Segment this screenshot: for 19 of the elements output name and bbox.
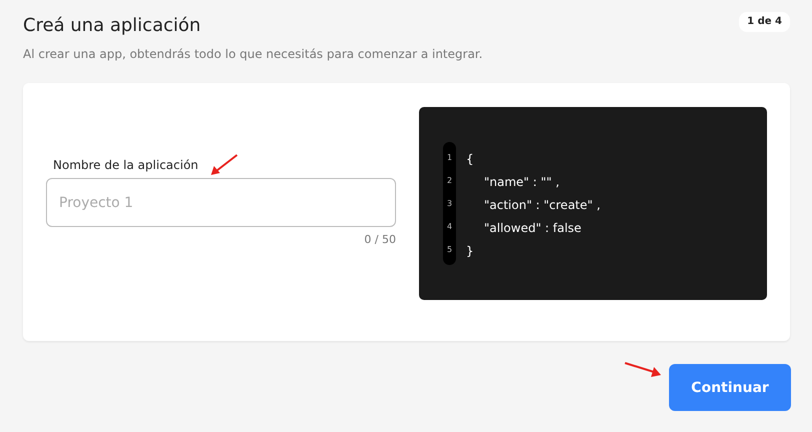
code-line: {: [466, 151, 475, 168]
line-number: 5: [446, 244, 452, 256]
page-subtitle: Al crear una app, obtendrás todo lo que necesitás para comenzar a integrar.: [22, 46, 484, 61]
line-number: 3: [446, 198, 452, 210]
code-line: "name" : "" ,: [483, 174, 560, 191]
step-badge: 1 de 4: [739, 12, 790, 32]
code-line: "action" : "create" ,: [483, 197, 600, 214]
code-line: }: [466, 243, 475, 260]
field-label: Nombre de la aplicación: [53, 158, 198, 172]
input-field[interactable]: Proyecto 1: [46, 178, 396, 227]
page-title: Creá una aplicación: [23, 15, 201, 36]
line-number: 2: [446, 175, 452, 187]
arrow-icon: [209, 153, 239, 177]
line-number: 4: [446, 221, 452, 233]
arrow-icon: [624, 361, 662, 379]
continue-button[interactable]: Continuar: [669, 364, 791, 411]
character-counter: 0 / 50: [364, 233, 396, 246]
code-line: "allowed" : false: [483, 220, 582, 237]
line-number: 1: [446, 152, 452, 164]
